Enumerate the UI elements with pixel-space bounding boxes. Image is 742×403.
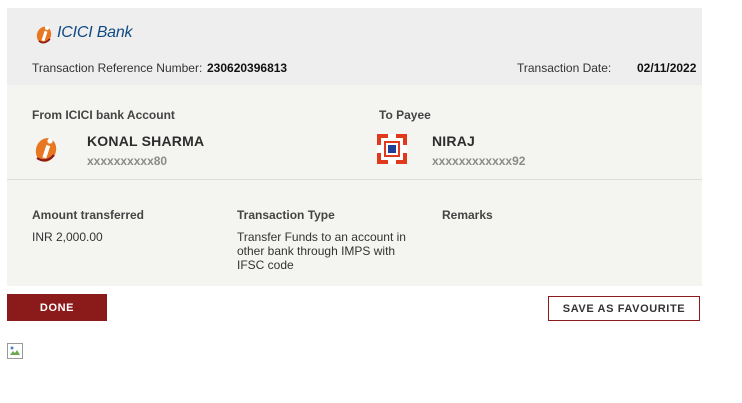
save-as-favourite-button[interactable]: SAVE AS FAVOURITE [548,296,700,321]
receipt-body: From ICICI bank Account KONAL SHARMA xxx… [7,85,702,286]
payee-account-number: xxxxxxxxxxxx92 [432,154,526,168]
icici-logo: ICICI Bank [35,22,133,44]
transaction-receipt-card: ICICI Bank Transaction Reference Number:… [7,8,702,286]
icici-bank-icon [35,138,57,162]
done-button[interactable]: DONE [7,294,107,321]
section-divider [7,179,702,180]
broken-image-icon [7,343,23,359]
from-account-name: KONAL SHARMA [87,133,205,149]
icici-logo-icon [36,26,52,44]
amount-value: INR 2,000.00 [32,230,103,244]
transaction-date-label: Transaction Date: [517,61,612,75]
transaction-type-value: Transfer Funds to an account in other ba… [237,230,406,272]
payee-name: NIRAJ [432,133,476,149]
to-payee-title: To Payee [379,108,431,122]
from-account-number: xxxxxxxxxx80 [87,154,168,168]
payee-bank-icon [377,134,407,164]
transaction-type-label: Transaction Type [237,208,335,222]
amount-label: Amount transferred [32,208,145,222]
receipt-header: ICICI Bank Transaction Reference Number:… [7,8,702,85]
remarks-label: Remarks [442,208,493,222]
ref-number-label: Transaction Reference Number: [32,61,203,75]
from-account-title: From ICICI bank Account [32,108,175,122]
logo-wordmark: ICICI Bank [57,24,133,41]
transaction-date-value: 02/11/2022 [637,61,697,75]
ref-number-value: 230620396813 [207,61,288,75]
